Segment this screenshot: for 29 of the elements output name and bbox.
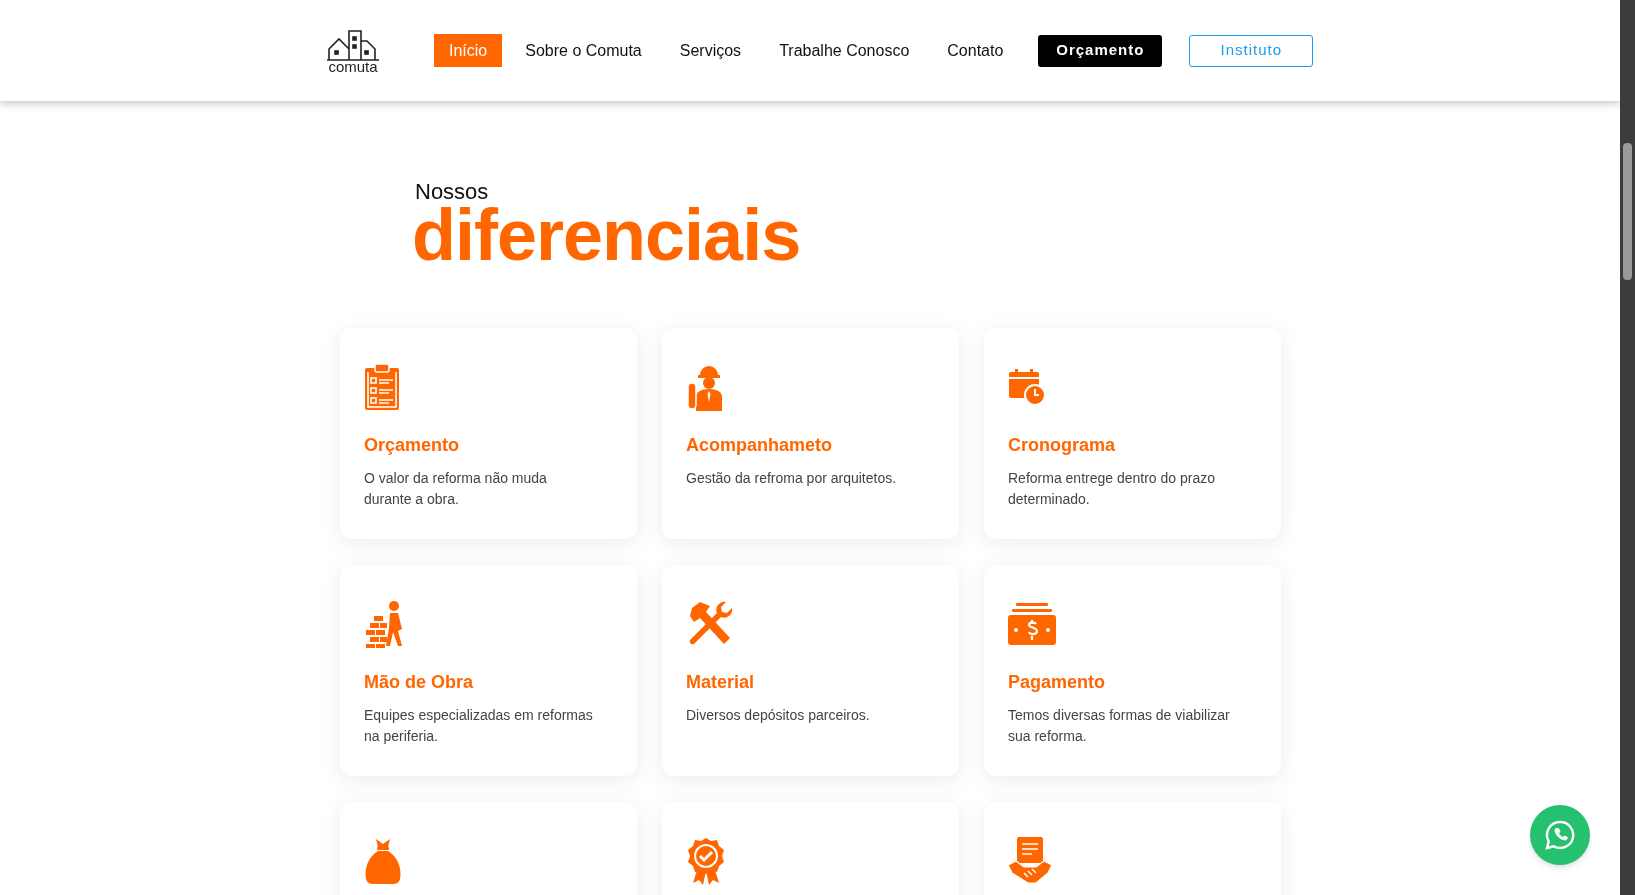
calendar-clock-icon <box>1008 367 1046 406</box>
whatsapp-button[interactable] <box>1530 805 1590 865</box>
money-bag-icon <box>364 836 402 885</box>
scrollbar[interactable] <box>1620 0 1635 895</box>
money-bill-icon <box>1008 602 1056 645</box>
logo[interactable]: comuta <box>322 27 384 74</box>
nav-link[interactable]: Contato <box>932 34 1019 67</box>
card-description: Temos diversas formas de viabilizar sua reforma. <box>1008 705 1231 746</box>
chat-bubble-icon <box>1544 819 1576 851</box>
card-title: Material <box>686 670 756 694</box>
card-title: Acompanhameto <box>686 433 834 457</box>
card-title: Orçamento <box>364 433 461 457</box>
card-description: Equipes especializadas em reformas na periferia. <box>364 705 594 746</box>
card-title: Cronograma <box>1008 433 1116 457</box>
nav-link[interactable]: Trabalhe Conosco <box>764 34 925 67</box>
clipboard-icon <box>364 362 400 411</box>
section-eyebrow: Nossos <box>415 181 490 203</box>
nav-link[interactable]: Serviços <box>664 34 757 67</box>
card-description: O valor da reforma não muda durante a obra. <box>364 468 548 509</box>
award-badge-icon <box>686 836 726 885</box>
card-title: Mão de Obra <box>364 670 475 694</box>
card-description: Reforma entrege dentro do prazo determinado. <box>1008 468 1216 509</box>
card-title: Pagamento <box>1008 670 1107 694</box>
card-description: Diversos depósitos parceiros. <box>686 705 871 725</box>
nav-link[interactable]: Sobre o Comuta <box>510 34 657 67</box>
section-title: diferenciais <box>412 203 802 268</box>
card-description: Gestão da refroma por arquitetos. <box>686 468 898 488</box>
quote-button[interactable]: Orçamento <box>1038 34 1163 67</box>
handshake-document-icon <box>1008 836 1052 885</box>
